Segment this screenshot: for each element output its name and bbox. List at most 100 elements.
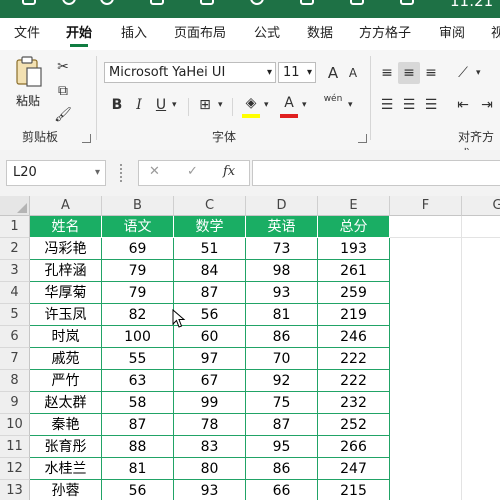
- column-header-g[interactable]: G: [462, 196, 500, 216]
- table-cell[interactable]: 51: [174, 238, 246, 260]
- table-cell[interactable]: 戚苑: [30, 348, 102, 370]
- save-icon[interactable]: [22, 0, 36, 5]
- row-header[interactable]: 2: [0, 238, 30, 260]
- table-cell[interactable]: 82: [102, 304, 174, 326]
- table-cell[interactable]: 秦艳: [30, 414, 102, 436]
- align-left-icon[interactable]: ☰: [376, 94, 398, 116]
- table-cell[interactable]: 孔梓涵: [30, 260, 102, 282]
- table-cell[interactable]: 86: [246, 458, 318, 480]
- font-name-select[interactable]: Microsoft YaHei UI ▾: [104, 62, 276, 83]
- column-header-e[interactable]: E: [318, 196, 390, 216]
- table-cell[interactable]: 84: [174, 260, 246, 282]
- table-cell[interactable]: 193: [318, 238, 390, 260]
- orientation-icon[interactable]: ⟋: [452, 62, 474, 84]
- enter-icon[interactable]: ✓: [187, 164, 198, 179]
- column-header-c[interactable]: C: [174, 196, 246, 216]
- align-middle-icon[interactable]: ≡: [398, 62, 420, 84]
- format-painter-icon[interactable]: 🖌: [52, 104, 74, 126]
- table-cell[interactable]: 58: [102, 392, 174, 414]
- resize-handle[interactable]: [120, 164, 125, 182]
- column-header-d[interactable]: D: [246, 196, 318, 216]
- empty-cell[interactable]: [390, 216, 462, 238]
- tab-fangfang[interactable]: 方方格子: [359, 18, 411, 50]
- redo-icon[interactable]: [100, 0, 114, 5]
- cut-icon[interactable]: ✂: [52, 56, 74, 78]
- table-cell[interactable]: 98: [246, 260, 318, 282]
- table-cell[interactable]: 60: [174, 326, 246, 348]
- formula-input[interactable]: [252, 160, 500, 186]
- fill-color-icon[interactable]: ◈: [240, 92, 262, 114]
- grow-font-icon[interactable]: A: [322, 62, 344, 84]
- table-cell[interactable]: 95: [246, 436, 318, 458]
- table-cell[interactable]: 78: [174, 414, 246, 436]
- table-cell[interactable]: 88: [102, 436, 174, 458]
- table-cell[interactable]: 99: [174, 392, 246, 414]
- chevron-down-icon[interactable]: ▾: [476, 68, 481, 78]
- table-cell[interactable]: 79: [102, 260, 174, 282]
- table-cell[interactable]: 246: [318, 326, 390, 348]
- insert-function-icon[interactable]: fx: [223, 164, 235, 179]
- empty-cell[interactable]: [462, 216, 500, 238]
- table-cell[interactable]: 67: [174, 370, 246, 392]
- decrease-indent-icon[interactable]: ⇤: [452, 94, 474, 116]
- font-color-icon[interactable]: A: [278, 92, 300, 114]
- clipboard-launcher-icon[interactable]: [82, 134, 91, 143]
- tab-data[interactable]: 数据: [307, 18, 333, 50]
- row-header[interactable]: 13: [0, 480, 30, 500]
- empty-cell[interactable]: [390, 238, 462, 500]
- column-header-b[interactable]: B: [102, 196, 174, 216]
- chevron-down-icon[interactable]: ▾: [302, 100, 307, 110]
- underline-button[interactable]: U: [150, 94, 172, 116]
- increase-indent-icon[interactable]: ⇥: [476, 94, 498, 116]
- table-cell[interactable]: 严竹: [30, 370, 102, 392]
- quick-access-icon[interactable]: [350, 0, 364, 5]
- row-header[interactable]: 5: [0, 304, 30, 326]
- table-cell[interactable]: 87: [174, 282, 246, 304]
- tab-insert[interactable]: 插入: [121, 18, 147, 50]
- empty-cell[interactable]: [462, 238, 500, 500]
- table-cell[interactable]: 222: [318, 348, 390, 370]
- table-cell[interactable]: 孙蓉: [30, 480, 102, 500]
- table-cell[interactable]: 73: [246, 238, 318, 260]
- table-cell[interactable]: 水桂兰: [30, 458, 102, 480]
- table-cell[interactable]: 66: [246, 480, 318, 500]
- table-cell[interactable]: 80: [174, 458, 246, 480]
- table-cell[interactable]: 92: [246, 370, 318, 392]
- table-cell[interactable]: 赵太群: [30, 392, 102, 414]
- table-cell[interactable]: 83: [174, 436, 246, 458]
- table-cell[interactable]: 时岚: [30, 326, 102, 348]
- shrink-font-icon[interactable]: A: [342, 62, 364, 84]
- table-cell[interactable]: 266: [318, 436, 390, 458]
- copy-icon[interactable]: ⧉: [52, 80, 74, 102]
- table-header-cell[interactable]: 姓名: [30, 216, 102, 238]
- align-bottom-icon[interactable]: ≡: [420, 62, 442, 84]
- align-right-icon[interactable]: ☰: [420, 94, 442, 116]
- tab-review[interactable]: 审阅: [439, 18, 465, 50]
- chevron-down-icon[interactable]: ▾: [218, 100, 223, 110]
- chevron-down-icon[interactable]: ▾: [348, 100, 353, 110]
- tab-formulas[interactable]: 公式: [254, 18, 280, 50]
- table-header-cell[interactable]: 英语: [246, 216, 318, 238]
- font-size-select[interactable]: 11 ▾: [278, 62, 316, 83]
- table-cell[interactable]: 55: [102, 348, 174, 370]
- table-cell[interactable]: 215: [318, 480, 390, 500]
- borders-icon[interactable]: ⊞: [194, 94, 216, 116]
- row-header[interactable]: 11: [0, 436, 30, 458]
- tab-view[interactable]: 视: [491, 18, 500, 50]
- table-cell[interactable]: 86: [246, 326, 318, 348]
- quick-access-icon[interactable]: [250, 0, 264, 5]
- table-cell[interactable]: 261: [318, 260, 390, 282]
- column-header-a[interactable]: A: [30, 196, 102, 216]
- undo-icon[interactable]: [62, 0, 76, 5]
- row-header[interactable]: 10: [0, 414, 30, 436]
- table-cell[interactable]: 70: [246, 348, 318, 370]
- table-cell[interactable]: 93: [174, 480, 246, 500]
- table-cell[interactable]: 247: [318, 458, 390, 480]
- table-header-cell[interactable]: 总分: [318, 216, 390, 238]
- column-header-f[interactable]: F: [390, 196, 462, 216]
- quick-access-icon[interactable]: [150, 0, 164, 5]
- chevron-down-icon[interactable]: ▾: [172, 100, 177, 110]
- quick-access-icon[interactable]: [400, 0, 414, 5]
- table-cell[interactable]: 华厚菊: [30, 282, 102, 304]
- table-cell[interactable]: 87: [102, 414, 174, 436]
